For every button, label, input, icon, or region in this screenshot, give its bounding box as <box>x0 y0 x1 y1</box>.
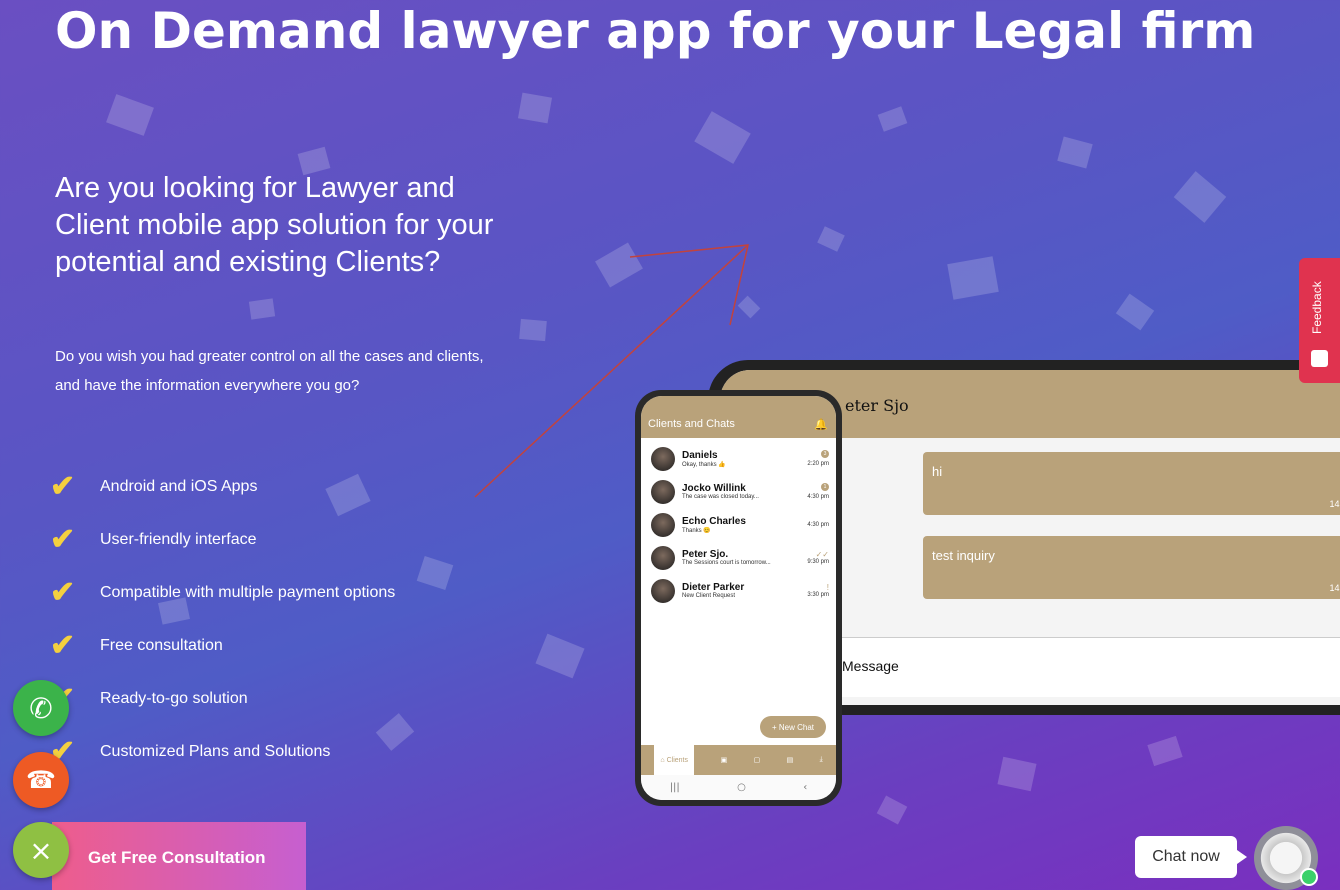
sub-heading: Are you looking for Lawyer and Client mo… <box>55 172 494 278</box>
date-icon: ▢ <box>753 757 761 764</box>
avatar <box>651 512 675 537</box>
chat-list-item: Dieter Parker New Client Request ! 3:30 … <box>641 574 836 607</box>
chat-preview: Thanks 😊 <box>682 527 711 534</box>
feature-label: Customized Plans and Solutions <box>100 742 331 760</box>
get-free-consultation-button[interactable]: Get Free Consultation <box>52 822 306 890</box>
chat-name: Echo Charles <box>682 515 746 527</box>
bell-icon: 🔔 <box>814 419 828 431</box>
chat-now-button[interactable]: Chat now <box>1135 836 1247 878</box>
page-title: On Demand lawyer app for your Legal firm <box>55 2 1256 60</box>
feature-item: ✔ Compatible with multiple payment option… <box>50 566 395 619</box>
decorative-arrow <box>474 244 749 498</box>
feature-label: Ready-to-go solution <box>100 689 248 707</box>
message-input-placeholder: Message <box>842 658 899 674</box>
chat-time: 3:30 pm <box>807 592 829 598</box>
read-receipt-icon: ✓✓ <box>815 550 829 559</box>
tablet-contact-name: eter Sjo <box>845 396 909 415</box>
message-text: hi <box>932 464 943 479</box>
chat-preview: New Client Request <box>682 593 736 599</box>
chat-time: 4:30 pm <box>807 521 829 528</box>
alert-icon: ! <box>826 583 829 592</box>
checkmark-icon: ✔ <box>50 522 76 556</box>
feedback-label: Feedback <box>1310 281 1324 334</box>
chat-time: 4:30 pm <box>807 494 829 500</box>
avatar <box>651 578 675 603</box>
message-time: 14:5 <box>1329 499 1340 509</box>
chat-name: Peter Sjo. <box>682 549 729 560</box>
chat-time: 9:30 pm <box>807 559 829 565</box>
feature-item: ✔ Free consultation <box>50 619 395 672</box>
checkmark-icon: ✔ <box>50 469 76 503</box>
feature-item: ✔ Customized Plans and Solutions <box>50 725 395 778</box>
message-bubble: hi 14:5 <box>923 452 1340 515</box>
tab-clients: ⌂ Clients <box>654 745 695 775</box>
whatsapp-button[interactable]: ✆ <box>13 680 69 736</box>
feature-item: ✔ Android and iOS Apps <box>50 460 395 513</box>
phone-tab-bar: ⌂ Clients ▣ ▢ ▤ ⤓ <box>641 745 836 775</box>
description: Do you wish you had greater control on a… <box>55 348 484 394</box>
close-floating-menu-button[interactable]: × <box>13 822 69 878</box>
close-icon: × <box>29 833 53 867</box>
feature-label: Free consultation <box>100 636 223 654</box>
call-button[interactable]: ☎ <box>13 752 69 808</box>
feature-item: ✔ User-friendly interface <box>50 513 395 566</box>
unread-badge: 3 <box>821 450 829 458</box>
checkmark-icon: ✔ <box>50 575 76 609</box>
avatar <box>651 545 675 570</box>
feature-label: User-friendly interface <box>100 530 257 548</box>
feature-list: ✔ Android and iOS Apps ✔ User-friendly int… <box>50 460 395 778</box>
checkmark-icon: ✔ <box>50 628 76 662</box>
chat-list-item: Peter Sjo. The Sessions court is tomorro… <box>641 541 836 574</box>
download-icon: ⤓ <box>819 756 823 763</box>
unread-badge: 1 <box>821 483 829 491</box>
feature-item: ✔Ready-to-go solution <box>50 672 395 725</box>
new-chat-button: + New Chat <box>760 716 826 738</box>
calendar-icon: ▣ <box>720 757 728 764</box>
chat-preview: The Sessions court is tomorrow... <box>682 560 771 566</box>
chat-list-item: Echo Charles Thanks 😊 4:30 pm <box>641 508 836 541</box>
message-text: test inquiry <box>932 548 995 563</box>
feedback-tab[interactable]: Feedback <box>1299 258 1340 383</box>
phone-icon: ☎ <box>26 766 56 794</box>
android-nav-bar: ||| ○ ‹ <box>641 775 836 800</box>
feature-label: Android and iOS Apps <box>100 477 258 495</box>
feedback-smiley-icon <box>1311 350 1328 367</box>
home-circle-icon: ○ <box>737 782 746 793</box>
message-time: 14:5 <box>1329 583 1340 593</box>
chat-time: 2:20 pm <box>807 461 829 467</box>
tab-clients-label: Clients <box>666 756 688 764</box>
back-icon: ‹ <box>803 782 808 793</box>
chat-name: Dieter Parker <box>682 582 745 593</box>
whatsapp-icon: ✆ <box>29 691 53 725</box>
document-icon: ▤ <box>786 757 794 764</box>
message-bubble: test inquiry 14:5 <box>923 536 1340 599</box>
online-status-dot <box>1300 868 1318 886</box>
feature-label: Compatible with multiple payment options <box>100 583 396 601</box>
recent-apps-icon: ||| <box>669 782 680 793</box>
